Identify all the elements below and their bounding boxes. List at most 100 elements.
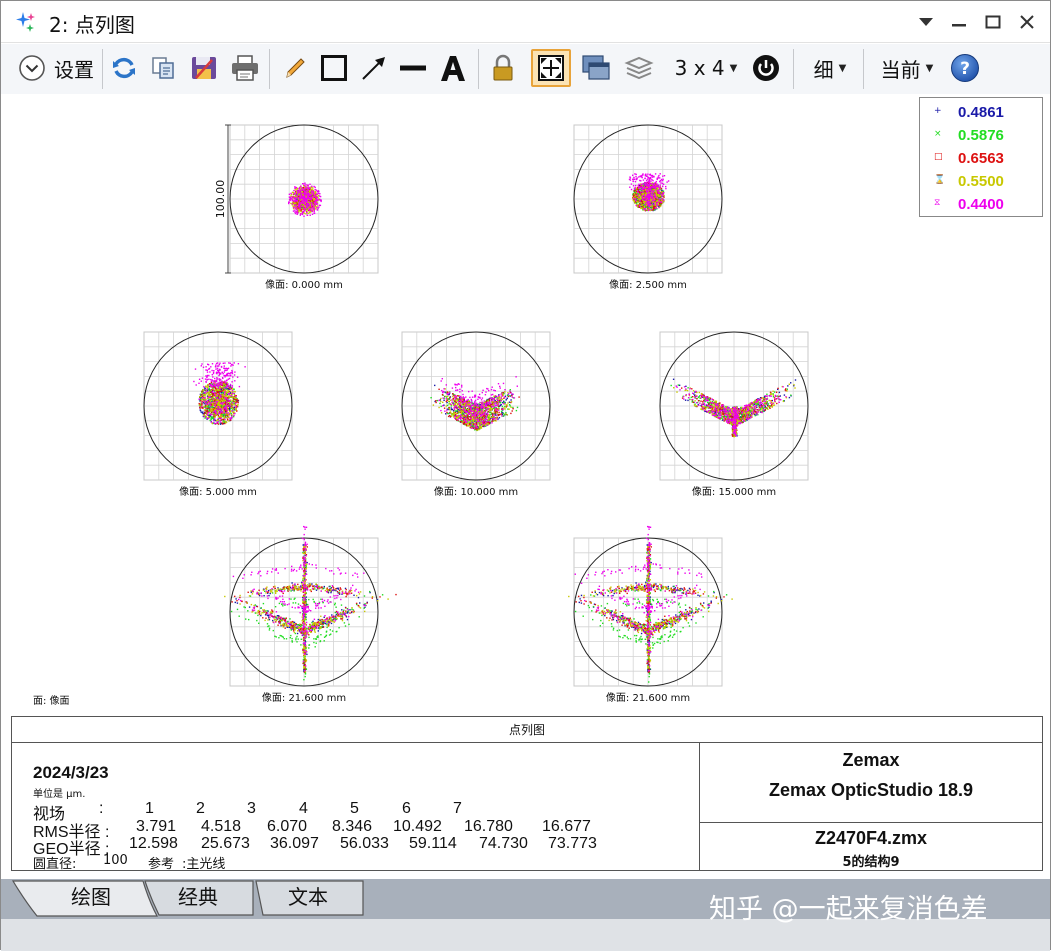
ray-point (303, 183, 304, 184)
copy-button[interactable] (147, 50, 179, 86)
ray-point (302, 214, 303, 215)
ray-point (632, 179, 633, 180)
help-button[interactable]: ? (947, 50, 983, 86)
ray-point (661, 194, 662, 195)
ray-point (213, 411, 214, 412)
ray-point (207, 412, 208, 413)
ray-point (202, 402, 203, 403)
ray-point (308, 213, 309, 214)
settings-button[interactable]: 设置 (14, 50, 98, 86)
ray-point (660, 182, 661, 183)
ray-point (233, 416, 234, 417)
draw-rectangle-button[interactable] (318, 50, 350, 86)
ray-point (231, 410, 232, 411)
chevron-down-circle-icon (18, 54, 46, 82)
line-weight-label: 细 (814, 54, 834, 83)
ray-point (207, 370, 208, 371)
maximize-button[interactable] (980, 9, 1006, 35)
window-view-button[interactable] (579, 50, 613, 86)
ray-point (652, 191, 653, 192)
ray-point (306, 191, 307, 192)
ray-point (644, 185, 645, 186)
ray-point (300, 191, 301, 192)
ray-point (213, 420, 214, 421)
ray-point (637, 192, 638, 193)
ray-point (223, 394, 224, 395)
ray-point (234, 404, 235, 405)
line-weight-dropdown[interactable]: 细 ▼ (807, 50, 853, 86)
ray-point (233, 399, 234, 400)
layers-button[interactable] (622, 50, 656, 86)
ray-point (215, 381, 216, 382)
ray-point (201, 365, 202, 366)
ray-point (201, 392, 202, 393)
ray-point (294, 205, 295, 206)
save-button[interactable] (188, 50, 220, 86)
ray-point (630, 177, 631, 178)
ray-point (223, 404, 224, 405)
ray-point (230, 372, 231, 373)
draw-line-button[interactable] (397, 50, 429, 86)
ray-point (235, 408, 236, 409)
ray-point (638, 201, 639, 202)
draw-text-button[interactable] (437, 50, 469, 86)
ray-point (208, 379, 209, 380)
ray-point (222, 377, 223, 378)
configuration-dropdown[interactable]: 当前 ▼ (874, 50, 940, 86)
dropdown-window-button[interactable] (913, 9, 939, 35)
ray-point (204, 388, 205, 389)
ray-point (227, 373, 228, 374)
ray-point (218, 371, 219, 372)
ray-point (663, 195, 664, 196)
ray-point (647, 204, 648, 205)
ray-point (303, 190, 304, 191)
ray-point (231, 413, 232, 414)
ray-point (207, 415, 208, 416)
ray-point (316, 207, 317, 208)
ray-point (294, 188, 295, 189)
ray-point (659, 200, 660, 201)
minimize-button[interactable] (946, 9, 972, 35)
ray-point (293, 207, 294, 208)
close-button[interactable] (1014, 9, 1040, 35)
ray-point (645, 188, 646, 189)
ray-point (225, 387, 226, 388)
refresh-button[interactable] (108, 50, 140, 86)
ray-point (205, 369, 206, 370)
ray-point (213, 413, 214, 414)
ray-point (306, 206, 307, 207)
lock-button[interactable] (487, 50, 519, 86)
close-icon (1019, 14, 1035, 30)
ray-point (222, 387, 223, 388)
ray-point (211, 398, 212, 399)
ray-point (232, 373, 233, 374)
ray-point (301, 202, 302, 203)
ray-point (216, 372, 217, 373)
ray-point (218, 375, 219, 376)
power-button[interactable] (749, 50, 783, 86)
ray-point (292, 199, 293, 200)
ray-point (225, 398, 226, 399)
ray-point (212, 374, 213, 375)
print-button[interactable] (228, 50, 262, 86)
ray-point (204, 395, 205, 396)
ray-point (193, 381, 194, 382)
ray-point (313, 191, 314, 192)
ray-point (643, 208, 644, 209)
draw-pencil-button[interactable] (279, 50, 311, 86)
ray-point (296, 195, 297, 196)
layout-dropdown[interactable]: 3 x 4 ▼ (670, 50, 742, 86)
ray-point (295, 213, 296, 214)
pencil-icon (282, 55, 308, 81)
ray-point (239, 386, 240, 387)
ray-point (206, 412, 207, 413)
ray-point (306, 212, 307, 213)
ray-point (214, 378, 215, 379)
fit-window-button[interactable] (531, 49, 571, 87)
draw-arrow-button[interactable] (358, 50, 390, 86)
ray-point (201, 394, 202, 395)
ray-point (208, 397, 209, 398)
ray-point (217, 406, 218, 407)
ray-point (312, 187, 313, 188)
ray-point (634, 179, 635, 180)
